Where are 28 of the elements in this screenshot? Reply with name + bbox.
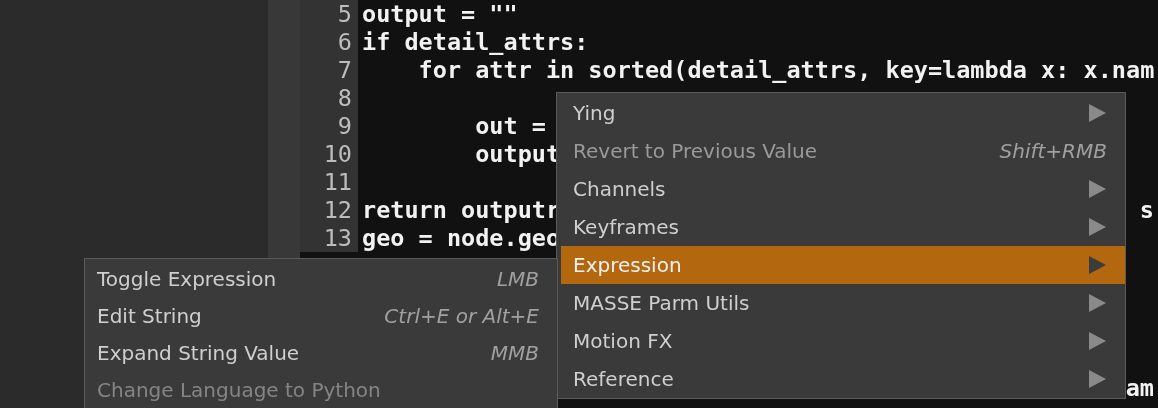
line-number: 11: [323, 168, 352, 196]
line-number: 5: [337, 0, 352, 28]
line-number: 6: [337, 28, 352, 56]
line-number: 8: [337, 84, 352, 112]
code-line: return outputr: [362, 196, 561, 224]
code-line: output = "": [362, 0, 518, 28]
line-number: 9: [337, 112, 352, 140]
menu-item[interactable]: Ying: [561, 94, 1125, 132]
menu-item[interactable]: Channels: [561, 170, 1125, 208]
menu-item[interactable]: Edit String Ctrl+E or Alt+E: [85, 297, 539, 334]
menu-item[interactable]: Motion FX: [561, 322, 1125, 360]
line-number: 10: [323, 140, 352, 168]
menu-item[interactable]: Reference: [561, 360, 1125, 398]
code-line: output: [474, 140, 561, 168]
line-number: 13: [323, 224, 352, 252]
menu-item[interactable]: MASSE Parm Utils: [561, 284, 1125, 322]
menu-item[interactable]: Toggle Expression LMB: [85, 260, 539, 297]
line-number: 12: [323, 196, 352, 224]
code-line: s: [1139, 196, 1155, 224]
menu-item[interactable]: Keyframes: [561, 208, 1125, 246]
menu-item[interactable]: Expression: [561, 246, 1125, 284]
menu-item[interactable]: Expand String Value MMB: [85, 334, 539, 371]
code-line: out =: [474, 112, 546, 140]
code-line: am: [1125, 374, 1155, 402]
line-number: 7: [337, 56, 352, 84]
code-line: geo = node.geo: [362, 224, 561, 252]
code-line: for attr in sorted(detail_attrs, key=lambda x: x.nam: [417, 56, 1155, 84]
code-line: if detail_attrs:: [362, 28, 589, 56]
